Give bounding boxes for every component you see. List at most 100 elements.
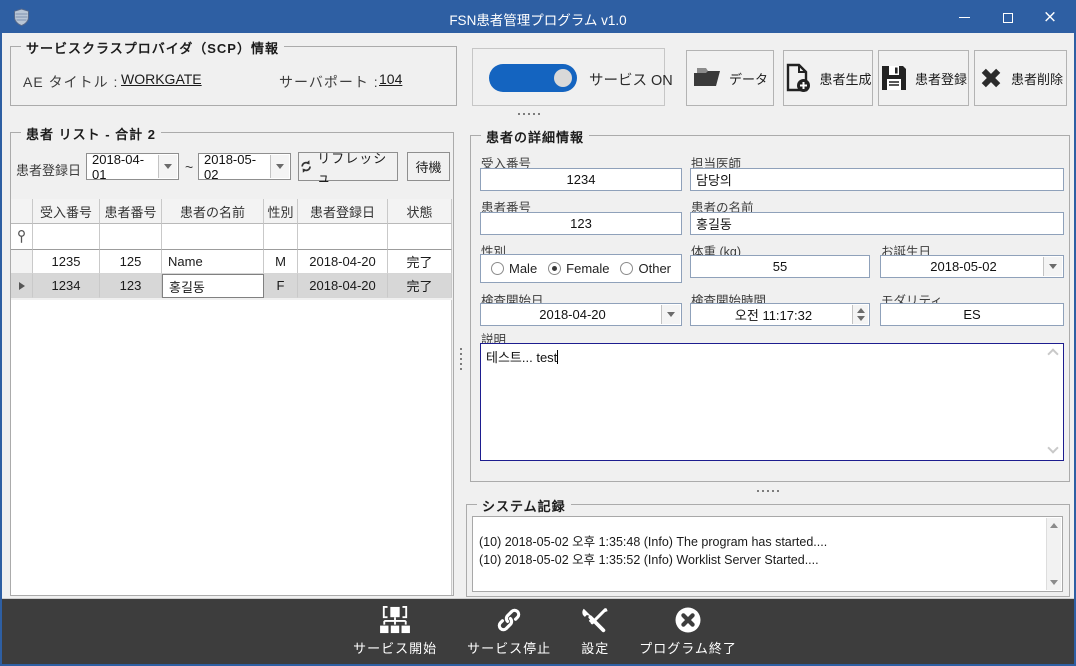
app-window: FSN患者管理プログラム v1.0 × サービスクラスプロバイダ（SCP）情報 …: [0, 0, 1076, 666]
grid-header-row: 受入番号 患者番号 患者の名前 性別 患者登録日 状態: [11, 199, 452, 224]
log-entry: (10) 2018-05-02 오후 1:35:52 (Info) Workli…: [479, 551, 1042, 569]
col-reg-date[interactable]: 患者登録日: [298, 199, 388, 224]
filter-pin-icon: [11, 224, 33, 250]
scroll-up-icon[interactable]: [1047, 348, 1058, 359]
reg-date-filter-label: 患者登録日: [16, 160, 81, 179]
tools-icon: [581, 606, 609, 634]
table-row-selected[interactable]: 1234 123 홍길동 F 2018-04-20 完了: [11, 274, 452, 298]
radio-icon: [491, 262, 504, 275]
col-accession[interactable]: 受入番号: [33, 199, 100, 224]
service-stop-label: サービス停止: [467, 638, 551, 657]
delete-patient-button[interactable]: 患者削除: [974, 50, 1067, 106]
patient-grid: 受入番号 患者番号 患者の名前 性別 患者登録日 状態 1235 125 Nam…: [11, 199, 452, 298]
patient-name-field[interactable]: 홍길동: [690, 212, 1064, 235]
maximize-icon: [1003, 13, 1013, 23]
settings-button[interactable]: 設定: [581, 606, 609, 657]
program-exit-button[interactable]: プログラム終了: [639, 606, 737, 657]
time-spin-buttons[interactable]: [852, 305, 868, 324]
description-textarea[interactable]: 테스트... test: [480, 343, 1064, 461]
date-from-picker[interactable]: 2018-04-01: [86, 153, 179, 180]
weight-field[interactable]: 55: [690, 255, 870, 278]
scrollbar-up-icon[interactable]: [1050, 523, 1058, 528]
standby-button-label: 待機: [415, 157, 441, 176]
service-toggle-panel: サービス ON: [472, 48, 665, 106]
col-patient-name[interactable]: 患者の名前: [162, 199, 264, 224]
ae-title-label: AE タイトル :: [23, 72, 118, 92]
date-range-tilde: ~: [185, 159, 193, 175]
exit-x-circle-icon: [674, 606, 702, 634]
study-date-picker[interactable]: 2018-04-20: [480, 303, 682, 326]
vertical-splitter-grip[interactable]: [460, 348, 462, 370]
maximize-button[interactable]: [986, 2, 1030, 33]
chevron-down-icon: [667, 312, 675, 317]
sitemap-icon: [378, 606, 412, 634]
grid-filter-row[interactable]: [11, 224, 452, 250]
register-patient-button[interactable]: 患者登録: [878, 50, 969, 106]
link-icon: [495, 606, 523, 634]
scp-group-title: サービスクラスプロバイダ（SCP）情報: [21, 38, 284, 57]
patient-details-title: 患者の詳細情報: [481, 127, 589, 146]
patient-id-field[interactable]: 123: [480, 212, 682, 235]
date-to-picker[interactable]: 2018-05-02: [198, 153, 291, 180]
row-focus-arrow-icon: [19, 282, 25, 290]
radio-selected-icon: [548, 262, 561, 275]
study-time-spinner[interactable]: 오전 11:17:32: [690, 303, 870, 326]
refresh-icon: [299, 159, 313, 174]
server-port-link[interactable]: 104: [379, 71, 402, 87]
birthday-picker[interactable]: 2018-05-02: [880, 255, 1064, 278]
radio-other[interactable]: Other: [620, 261, 671, 276]
radio-male[interactable]: Male: [491, 261, 537, 276]
folder-icon: [692, 65, 722, 91]
close-button[interactable]: ×: [1028, 2, 1072, 33]
server-port-label: サーバポート :: [279, 72, 379, 92]
save-floppy-icon: [880, 64, 908, 92]
service-toggle-label: サービス ON: [589, 69, 673, 90]
service-start-button[interactable]: サービス開始: [353, 606, 437, 657]
date-to-value: 2018-05-02: [204, 152, 268, 182]
log-scrollbar[interactable]: [1046, 518, 1061, 590]
horizontal-splitter-grip[interactable]: [518, 113, 540, 115]
birthday-dropdown-button[interactable]: [1043, 257, 1062, 276]
data-button[interactable]: データ: [686, 50, 774, 106]
create-patient-button[interactable]: 患者生成: [783, 50, 873, 106]
minimize-button[interactable]: [942, 2, 986, 33]
chevron-down-icon: [276, 164, 284, 169]
accession-field[interactable]: 1234: [480, 168, 682, 191]
details-log-splitter-grip[interactable]: [757, 490, 779, 492]
refresh-button[interactable]: リフレッシュ: [298, 152, 398, 181]
delete-patient-label: 患者削除: [1011, 69, 1063, 88]
col-sex[interactable]: 性別: [264, 199, 298, 224]
study-date-dropdown-button[interactable]: [661, 305, 680, 324]
date-to-dropdown-button[interactable]: [270, 155, 289, 178]
grid-indicator-header: [11, 199, 33, 224]
scroll-down-icon[interactable]: [1047, 442, 1058, 453]
scp-info-group: サービスクラスプロバイダ（SCP）情報 AE タイトル : WORKGATE サ…: [10, 46, 457, 106]
modality-field[interactable]: ES: [880, 303, 1064, 326]
chevron-down-icon: [1049, 264, 1057, 269]
title-bar: FSN患者管理プログラム v1.0 ×: [2, 2, 1074, 33]
physician-field[interactable]: 담당의: [690, 168, 1064, 191]
minimize-icon: [959, 17, 970, 19]
data-button-label: データ: [729, 69, 768, 88]
window-title: FSN患者管理プログラム v1.0: [2, 9, 1074, 29]
register-patient-label: 患者登録: [915, 69, 967, 88]
service-toggle[interactable]: [489, 64, 577, 92]
ae-title-link[interactable]: WORKGATE: [121, 71, 202, 87]
col-patient-id[interactable]: 患者番号: [100, 199, 162, 224]
sex-radio-group: Male Female Other: [480, 254, 682, 283]
table-row[interactable]: 1235 125 Name M 2018-04-20 完了: [11, 250, 452, 274]
date-from-value: 2018-04-01: [92, 152, 156, 182]
refresh-button-label: リフレッシュ: [317, 148, 397, 186]
service-start-label: サービス開始: [353, 638, 437, 657]
service-stop-button[interactable]: サービス停止: [467, 606, 551, 657]
standby-button[interactable]: 待機: [407, 152, 450, 181]
system-log-list: (10) 2018-05-02 오후 1:35:48 (Info) The pr…: [472, 516, 1063, 592]
radio-female[interactable]: Female: [548, 261, 609, 276]
col-status[interactable]: 状態: [388, 199, 452, 224]
grid-empty-area: [11, 300, 452, 595]
date-from-dropdown-button[interactable]: [158, 155, 177, 178]
toggle-knob-icon: [554, 69, 572, 87]
name-edit-cell[interactable]: 홍길동: [162, 274, 264, 298]
scrollbar-down-icon[interactable]: [1050, 580, 1058, 585]
chevron-down-icon: [164, 164, 172, 169]
